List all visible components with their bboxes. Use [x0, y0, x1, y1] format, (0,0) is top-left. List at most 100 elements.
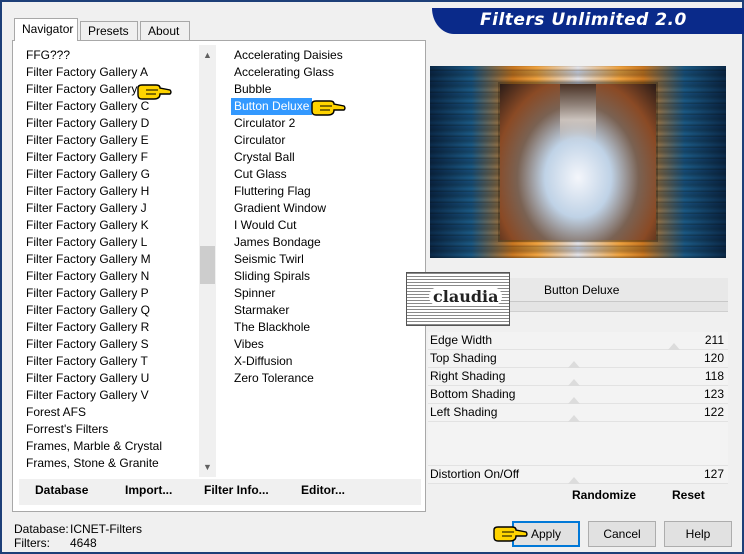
category-item[interactable]: Filter Factory Gallery A	[23, 64, 199, 81]
filter-item[interactable]: Cut Glass	[231, 166, 421, 183]
parameter-label: Top Shading	[430, 351, 497, 365]
parameter-label: Edge Width	[430, 333, 493, 347]
import-button[interactable]: Import...	[125, 483, 172, 497]
cancel-button[interactable]: Cancel	[588, 521, 656, 547]
selected-filter-name: Button Deluxe	[544, 283, 620, 297]
filter-item[interactable]: Zero Tolerance	[231, 370, 421, 387]
database-label: Database:	[14, 522, 69, 536]
filter-item[interactable]: Accelerating Daisies	[231, 47, 421, 64]
parameter-button-bar: Randomize Reset	[428, 480, 728, 506]
randomize-button[interactable]: Randomize	[572, 488, 636, 502]
help-button[interactable]: Help	[664, 521, 732, 547]
app-title: Filters Unlimited 2.0	[480, 10, 687, 30]
navigator-button-bar: Database Import... Filter Info... Editor…	[19, 479, 421, 505]
parameter-row[interactable]: Top Shading 120	[428, 350, 728, 368]
tab-presets[interactable]: Presets	[80, 21, 138, 40]
watermark-text: claudia	[429, 287, 503, 306]
category-item[interactable]: Filter Factory Gallery T	[23, 353, 199, 370]
filter-item[interactable]: Bubble	[231, 81, 421, 98]
parameter-list: Edge Width 211 Top Shading 120 Right Shading…	[428, 332, 728, 484]
filter-item[interactable]: Accelerating Glass	[231, 64, 421, 81]
filter-item[interactable]: Fluttering Flag	[231, 183, 421, 200]
category-item[interactable]: Frames, Marble & Crystal	[23, 438, 199, 455]
category-item[interactable]: Filter Factory Gallery G	[23, 166, 199, 183]
filter-item[interactable]: I Would Cut	[231, 217, 421, 234]
parameter-value: 118	[704, 369, 724, 383]
watermark-stamp: claudia	[406, 272, 510, 326]
category-item[interactable]: Forrest's Filters	[23, 421, 199, 438]
category-item[interactable]: Filter Factory Gallery M	[23, 251, 199, 268]
parameter-spacer	[428, 422, 728, 466]
category-item[interactable]: FFG???	[23, 47, 199, 64]
parameter-row[interactable]: Bottom Shading 123	[428, 386, 728, 404]
slider-marker-icon[interactable]	[568, 361, 580, 368]
scroll-thumb[interactable]	[200, 246, 215, 284]
slider-marker-icon[interactable]	[568, 415, 580, 422]
category-item[interactable]: Filter Factory Gallery H	[23, 183, 199, 200]
parameter-label: Left Shading	[430, 405, 498, 419]
editor-button[interactable]: Editor...	[301, 483, 345, 497]
category-item[interactable]: Forest AFS	[23, 404, 199, 421]
filter-item[interactable]: Circulator	[231, 132, 421, 149]
tab-navigator[interactable]: Navigator	[14, 18, 78, 41]
category-item[interactable]: Filter Factory Gallery Q	[23, 302, 199, 319]
category-item[interactable]: Filter Factory Gallery E	[23, 132, 199, 149]
parameter-label: Bottom Shading	[430, 387, 516, 401]
scroll-up-icon[interactable]: ▲	[199, 47, 216, 64]
category-item[interactable]: Filter Factory Gallery F	[23, 149, 199, 166]
filter-item[interactable]: Gradient Window	[231, 200, 421, 217]
category-item[interactable]: Filter Factory Gallery J	[23, 200, 199, 217]
selected-filter-label[interactable]: Button Deluxe	[231, 98, 313, 115]
parameter-row[interactable]: Edge Width 211	[428, 332, 728, 350]
pointing-hand-icon	[137, 84, 172, 100]
category-item[interactable]: Filter Factory Gallery D	[23, 115, 199, 132]
filter-item[interactable]: James Bondage	[231, 234, 421, 251]
category-item[interactable]: Filter Factory Gallery C	[23, 98, 199, 115]
preview-image	[500, 84, 656, 240]
filters-count: 4648	[70, 536, 97, 550]
category-item[interactable]: Filter Factory Gallery K	[23, 217, 199, 234]
filter-item[interactable]: Spinner	[231, 285, 421, 302]
filter-item[interactable]: The Blackhole	[231, 319, 421, 336]
slider-marker-icon[interactable]	[568, 379, 580, 386]
slider-marker-icon[interactable]	[668, 343, 680, 350]
tab-about[interactable]: About	[140, 21, 190, 40]
parameter-value: 211	[704, 333, 724, 347]
category-list[interactable]: FFG??? Filter Factory Gallery A Filter Fac…	[23, 47, 199, 471]
parameter-row[interactable]: Left Shading 122	[428, 404, 728, 422]
parameter-value: 123	[703, 387, 724, 401]
filter-info-button[interactable]: Filter Info...	[204, 483, 269, 497]
filter-item[interactable]: Sliding Spirals	[231, 268, 421, 285]
status-area: Database:ICNET-Filters Filters: 4648	[14, 522, 142, 550]
filter-item[interactable]: Vibes	[231, 336, 421, 353]
category-item[interactable]: Filter Factory Gallery L	[23, 234, 199, 251]
parameter-value: 120	[703, 351, 724, 365]
title-banner: Filters Unlimited 2.0	[432, 8, 744, 34]
category-item[interactable]: Filter Factory Gallery S	[23, 336, 199, 353]
navigator-panel: FFG??? Filter Factory Gallery A Filter Fac…	[12, 40, 426, 512]
parameter-value: 127	[703, 467, 724, 481]
filter-item[interactable]: X-Diffusion	[231, 353, 421, 370]
database-button[interactable]: Database	[35, 483, 88, 497]
reset-button[interactable]: Reset	[672, 488, 705, 502]
filters-label: Filters:	[14, 536, 50, 550]
category-item[interactable]: Frames, Stone & Granite	[23, 455, 199, 471]
slider-marker-icon[interactable]	[568, 397, 580, 404]
category-item[interactable]: Filter Factory Gallery P	[23, 285, 199, 302]
filter-item[interactable]: Starmaker	[231, 302, 421, 319]
category-item[interactable]: Filter Factory Gallery R	[23, 319, 199, 336]
category-item[interactable]: Filter Factory Gallery U	[23, 370, 199, 387]
category-item[interactable]: Filter Factory Gallery B	[23, 81, 199, 98]
database-value: ICNET-Filters	[70, 522, 142, 536]
pointing-hand-icon	[493, 526, 528, 542]
scroll-down-icon[interactable]: ▼	[199, 459, 216, 476]
category-item[interactable]: Filter Factory Gallery N	[23, 268, 199, 285]
filter-preview	[430, 66, 726, 258]
pointing-hand-icon	[311, 100, 346, 116]
category-item[interactable]: Filter Factory Gallery V	[23, 387, 199, 404]
filter-item[interactable]: Seismic Twirl	[231, 251, 421, 268]
filter-item[interactable]: Crystal Ball	[231, 149, 421, 166]
parameter-row[interactable]: Right Shading 118	[428, 368, 728, 386]
parameter-label: Right Shading	[430, 369, 506, 383]
category-scrollbar[interactable]: ▲ ▼	[199, 45, 216, 477]
